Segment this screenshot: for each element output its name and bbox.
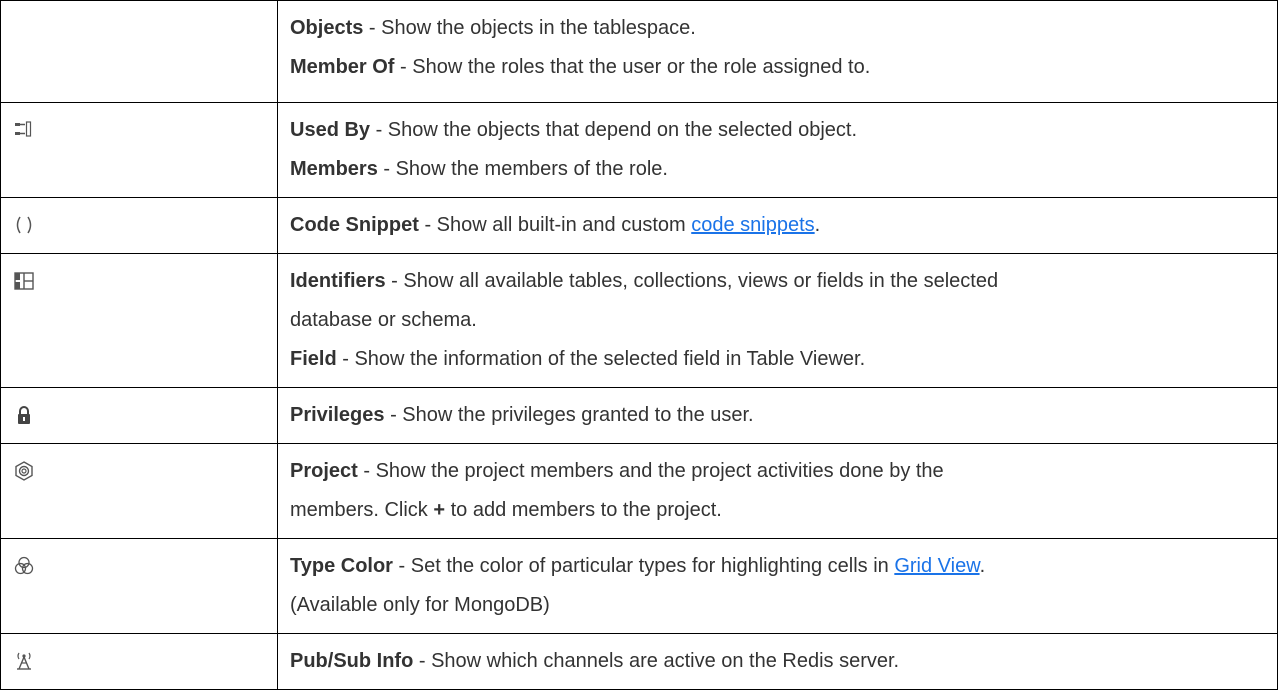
description-line: members. Click + to add members to the p… [290, 491, 1265, 530]
icon-cell [0, 443, 278, 539]
description-line: Used By - Show the objects that depend o… [290, 111, 1265, 150]
hexagon-icon [13, 460, 35, 482]
term-label: Identifiers [290, 270, 386, 292]
description-line: Identifiers - Show all available tables,… [290, 262, 1265, 301]
description-line: Type Color - Set the color of particular… [290, 547, 1265, 586]
term-description-end: . [979, 555, 986, 577]
term-description: - Show the privileges granted to the use… [384, 404, 754, 426]
grid-view-link[interactable]: Grid View [894, 555, 979, 577]
icon-cell [0, 197, 278, 254]
description-line: Field - Show the information of the sele… [290, 340, 1265, 379]
grid-icon [13, 270, 35, 292]
term-label: Type Color [290, 555, 393, 577]
term-label: Members [290, 158, 378, 180]
term-description: database or schema. [290, 309, 477, 331]
term-label: Code Snippet [290, 214, 419, 236]
term-description: - Show the objects in the tablespace. [363, 17, 696, 39]
plus-symbol: + [433, 499, 446, 521]
color-circles-icon [13, 555, 35, 577]
table-row: Privileges - Show the privileges granted… [0, 387, 1278, 444]
term-description: - Show the information of the selected f… [336, 348, 866, 370]
description-cell: Code Snippet - Show all built-in and cus… [277, 197, 1278, 254]
term-description: - Set the color of particular types for … [392, 555, 895, 577]
term-description: - Show which channels are active on the … [413, 650, 900, 672]
description-line: database or schema. [290, 301, 1265, 340]
table-row: Code Snippet - Show all built-in and cus… [0, 197, 1278, 254]
icon-cell [0, 0, 278, 103]
icon-cell [0, 633, 278, 690]
code-snippets-link[interactable]: code snippets [691, 214, 814, 236]
description-line: Code Snippet - Show all built-in and cus… [290, 206, 1265, 245]
term-description: - Show the project members and the proje… [357, 460, 944, 482]
term-label: Pub/Sub Info [290, 650, 414, 672]
parentheses-icon [13, 214, 35, 236]
icon-cell [0, 253, 278, 388]
icon-cell [0, 538, 278, 634]
description-cell: Used By - Show the objects that depend o… [277, 102, 1278, 198]
description-cell: Objects - Show the objects in the tables… [277, 0, 1278, 103]
antenna-icon [13, 650, 35, 672]
icon-cell [0, 102, 278, 198]
term-description: - Show all available tables, collections… [385, 270, 999, 292]
table-row: Type Color - Set the color of particular… [0, 538, 1278, 634]
info-table: Objects - Show the objects in the tables… [0, 0, 1278, 690]
description-line: Member Of - Show the roles that the user… [290, 48, 1265, 87]
term-description-end: to add members to the project. [445, 499, 722, 521]
term-label: Used By [290, 119, 371, 141]
dependency-icon [13, 119, 35, 141]
description-cell: Type Color - Set the color of particular… [277, 538, 1278, 634]
description-line: Pub/Sub Info - Show which channels are a… [290, 642, 1265, 681]
term-description: - Show the members of the role. [377, 158, 668, 180]
lock-icon [13, 404, 35, 426]
term-description: - Show the objects that depend on the se… [370, 119, 858, 141]
table-row: Identifiers - Show all available tables,… [0, 253, 1278, 388]
table-row: Objects - Show the objects in the tables… [0, 0, 1278, 103]
term-description: - Show the roles that the user or the ro… [394, 56, 871, 78]
term-label: Privileges [290, 404, 385, 426]
term-description: (Available only for MongoDB) [290, 594, 550, 616]
term-description: members. Click [290, 499, 434, 521]
description-line: (Available only for MongoDB) [290, 586, 1265, 625]
description-cell: Pub/Sub Info - Show which channels are a… [277, 633, 1278, 690]
table-row: Used By - Show the objects that depend o… [0, 102, 1278, 198]
description-cell: Privileges - Show the privileges granted… [277, 387, 1278, 444]
term-description: - Show all built-in and custom [418, 214, 692, 236]
term-label: Field [290, 348, 337, 370]
description-cell: Project - Show the project members and t… [277, 443, 1278, 539]
description-line: Members - Show the members of the role. [290, 150, 1265, 189]
description-cell: Identifiers - Show all available tables,… [277, 253, 1278, 388]
term-label: Member Of [290, 56, 395, 78]
description-line: Objects - Show the objects in the tables… [290, 9, 1265, 48]
term-label: Project [290, 460, 358, 482]
table-row: Project - Show the project members and t… [0, 443, 1278, 539]
icon-cell [0, 387, 278, 444]
description-line: Project - Show the project members and t… [290, 452, 1265, 491]
term-label: Objects [290, 17, 364, 39]
description-line: Privileges - Show the privileges granted… [290, 396, 1265, 435]
table-row: Pub/Sub Info - Show which channels are a… [0, 633, 1278, 690]
term-description-end: . [814, 214, 821, 236]
